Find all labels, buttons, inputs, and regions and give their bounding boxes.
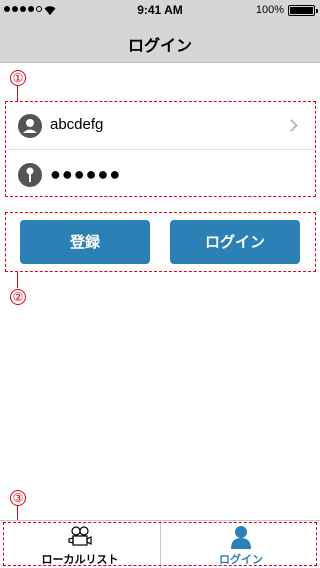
status-bar: 9:41 AM 100%: [0, 0, 320, 20]
navigation-bar: ログイン: [0, 20, 320, 63]
annotation-line-2: [17, 272, 18, 288]
chevron-right-icon: [285, 119, 298, 132]
annotation-line-1: [17, 86, 18, 102]
username-row[interactable]: abcdefg: [8, 102, 314, 150]
register-button[interactable]: 登録: [20, 220, 150, 264]
password-field[interactable]: ●●●●●●: [50, 164, 121, 185]
annotation-marker-1: ①: [10, 70, 26, 86]
page-title: ログイン: [127, 36, 192, 55]
username-field[interactable]: abcdefg: [50, 116, 103, 133]
user-icon: [18, 113, 42, 138]
login-form: abcdefg ●●●●●●: [8, 102, 314, 198]
battery-icon: [288, 5, 318, 16]
key-icon: [18, 163, 42, 187]
login-button[interactable]: ログイン: [170, 220, 300, 264]
annotation-marker-3: ③: [10, 490, 26, 506]
annotation-marker-2: ②: [10, 289, 26, 305]
password-row[interactable]: ●●●●●●: [8, 151, 314, 199]
battery-percentage: 100%: [255, 4, 284, 16]
annotation-box-3: [3, 522, 317, 566]
